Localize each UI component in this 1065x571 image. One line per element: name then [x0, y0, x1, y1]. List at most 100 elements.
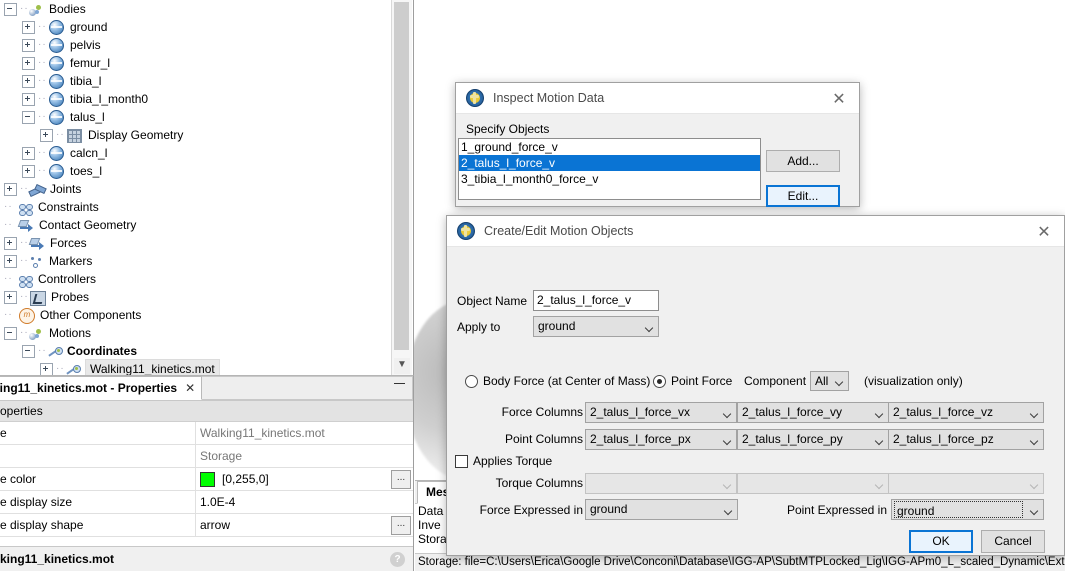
expand-icon[interactable]	[4, 182, 17, 196]
tree-item-talus-l[interactable]: ·· talus_l	[0, 108, 391, 126]
tree-item-label: Joints	[50, 182, 82, 196]
property-row[interactable]: e display size 1.0E-4	[0, 491, 413, 514]
chevron-down-icon	[1031, 482, 1038, 489]
tree-item-coordinates[interactable]: ·· Coordinates	[0, 342, 391, 360]
tree-item-forces[interactable]: ·· Forces	[0, 234, 391, 252]
close-icon[interactable]: ✕	[819, 83, 859, 113]
property-value-cell[interactable]: 1.0E-4	[196, 491, 413, 513]
force-column-z-select[interactable]: 2_talus_l_force_vz	[888, 402, 1044, 423]
property-editor-button[interactable]: ...	[391, 469, 411, 489]
minimize-icon[interactable]	[394, 383, 405, 384]
point-force-radio[interactable]	[653, 375, 666, 388]
force-expressed-in-label: Force Expressed in	[479, 503, 583, 517]
tree-item-femur-l[interactable]: ·· femur_l	[0, 54, 391, 72]
expand-icon[interactable]	[40, 362, 53, 375]
expand-icon[interactable]	[22, 92, 35, 106]
collapse-icon[interactable]	[4, 2, 17, 16]
property-row[interactable]: e Walking11_kinetics.mot	[0, 422, 413, 445]
coordinates-icon	[65, 364, 81, 376]
expand-icon[interactable]	[22, 164, 35, 178]
object-name-input[interactable]: 2_talus_l_force_v	[533, 290, 659, 311]
inspect-dialog-titlebar[interactable]: Inspect Motion Data ✕	[456, 83, 859, 114]
tree-item-markers[interactable]: ·· Markers	[0, 252, 391, 270]
specify-objects-list-item[interactable]: 3_tibia_l_month0_force_v	[459, 171, 760, 187]
collapse-icon[interactable]	[22, 344, 35, 358]
specify-objects-list-item[interactable]: 2_talus_l_force_v	[459, 155, 760, 171]
point-expressed-in-select[interactable]: ground	[891, 499, 1044, 520]
point-column-z-select[interactable]: 2_talus_l_force_pz	[888, 429, 1044, 450]
arrow-icon	[28, 238, 45, 250]
body-force-radio[interactable]	[465, 375, 478, 388]
property-row[interactable]: e display shape arrow...	[0, 514, 413, 537]
applies-torque-checkbox[interactable]	[455, 455, 468, 468]
specify-objects-list[interactable]: 1_ground_force_v 2_talus_l_force_v 3_tibia…	[458, 138, 761, 200]
navigator-panel: ·· Bodies ·· ground ·· pelvis ·· femur_l ·· tibia…	[0, 0, 414, 375]
tree-item-controllers[interactable]: ·· Controllers	[0, 270, 391, 288]
tree-item-motions[interactable]: ·· Motions	[0, 324, 391, 342]
property-value-cell[interactable]: arrow...	[196, 514, 413, 536]
scrollbar-thumb[interactable]	[394, 2, 409, 350]
create-dialog-body: Object Name 2_talus_l_force_v Apply to g…	[447, 247, 1064, 558]
navigator-tree[interactable]: ·· Bodies ·· ground ·· pelvis ·· femur_l ·· tibia…	[0, 0, 391, 375]
property-editor-button[interactable]: ...	[391, 515, 411, 535]
expand-icon[interactable]	[22, 38, 35, 52]
point-column-x-select[interactable]: 2_talus_l_force_px	[585, 429, 737, 450]
tree-item-constraints[interactable]: ·· Constraints	[0, 198, 391, 216]
tree-item-joints[interactable]: ·· Joints	[0, 180, 391, 198]
collapse-icon[interactable]	[4, 326, 17, 340]
tree-item-walking11-kinetics-mot[interactable]: ·· Walking11_kinetics.mot	[0, 359, 391, 376]
property-row[interactable]: e color [0,255,0]...	[0, 468, 413, 491]
collapse-icon[interactable]	[22, 110, 35, 124]
tree-item-pelvis[interactable]: ·· pelvis	[0, 36, 391, 54]
property-row[interactable]: Storage	[0, 445, 413, 468]
property-value-cell[interactable]: Storage	[196, 445, 413, 467]
torque-columns-label: Torque Columns	[495, 476, 583, 490]
property-value-cell[interactable]: Walking11_kinetics.mot	[196, 422, 413, 444]
close-icon[interactable]: ✕	[185, 381, 195, 395]
add-button[interactable]: Add...	[766, 150, 840, 172]
expand-icon[interactable]	[22, 20, 35, 34]
tree-item-tibia-l-month0[interactable]: ·· tibia_l_month0	[0, 90, 391, 108]
apply-to-select[interactable]: ground	[533, 316, 659, 337]
ok-button[interactable]: OK	[909, 530, 973, 553]
tree-item-contact-geometry[interactable]: ·· Contact Geometry	[0, 216, 391, 234]
tree-item-tibia-l[interactable]: ·· tibia_l	[0, 72, 391, 90]
point-column-y-select[interactable]: 2_talus_l_force_py	[737, 429, 889, 450]
tree-item-toes-l[interactable]: ·· toes_l	[0, 162, 391, 180]
tree-item-calcn-l[interactable]: ·· calcn_l	[0, 144, 391, 162]
property-value-cell[interactable]: [0,255,0]...	[196, 468, 413, 490]
force-column-x-select[interactable]: 2_talus_l_force_vx	[585, 402, 737, 423]
expand-icon[interactable]	[4, 254, 17, 268]
help-icon[interactable]: ?	[390, 551, 405, 567]
create-dialog-titlebar[interactable]: Create/Edit Motion Objects ✕	[447, 216, 1064, 247]
property-value: arrow	[200, 518, 231, 532]
tree-item-bodies[interactable]: ·· Bodies	[0, 0, 391, 18]
tree-item-label: calcn_l	[70, 146, 108, 160]
force-expressed-in-select[interactable]: ground	[585, 499, 738, 520]
navigator-vertical-scrollbar[interactable]: ▼	[391, 0, 412, 375]
expand-icon[interactable]	[22, 146, 35, 160]
tree-item-ground[interactable]: ·· ground	[0, 18, 391, 36]
cancel-button[interactable]: Cancel	[981, 530, 1045, 553]
specify-objects-list-item[interactable]: 1_ground_force_v	[459, 139, 760, 155]
expand-icon[interactable]	[22, 74, 35, 88]
component-select[interactable]: All	[810, 371, 849, 391]
scroll-down-arrow-icon[interactable]: ▼	[394, 358, 410, 374]
tree-item-other-components[interactable]: ·· m Other Components	[0, 306, 391, 324]
tree-guide-dots: ··	[56, 129, 65, 140]
tree-item-probes[interactable]: ·· Probes	[0, 288, 391, 306]
tree-item-label: Controllers	[38, 272, 97, 286]
expand-icon[interactable]	[40, 128, 53, 142]
close-icon[interactable]: ✕	[1024, 216, 1064, 246]
expand-icon[interactable]	[4, 290, 17, 304]
force-column-y-select[interactable]: 2_talus_l_force_vy	[737, 402, 889, 423]
chevron-down-icon	[836, 379, 843, 386]
chevron-down-icon	[876, 438, 883, 445]
tree-item-display-geometry[interactable]: ·· Display Geometry	[0, 126, 391, 144]
tab-properties[interactable]: king11_kinetics.mot - Properties ✕	[0, 376, 203, 400]
edit-button[interactable]: Edit...	[766, 185, 840, 207]
expand-icon[interactable]	[22, 56, 35, 70]
expand-icon[interactable]	[4, 236, 17, 250]
inspect-dialog-body: Specify Objects	[456, 114, 859, 136]
color-swatch[interactable]	[200, 471, 215, 487]
